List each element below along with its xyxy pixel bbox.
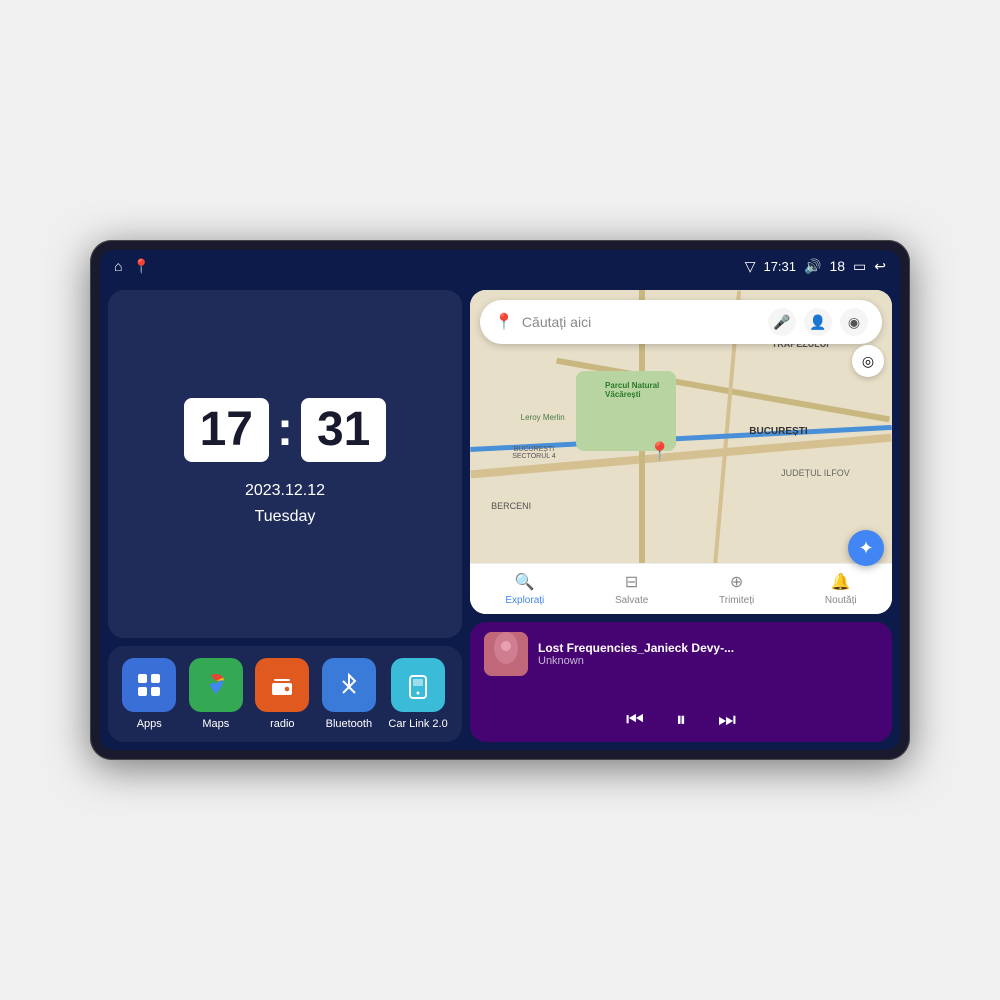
next-button[interactable]: ⏭ — [718, 709, 736, 732]
music-thumbnail — [484, 632, 528, 676]
clock-separator: : — [277, 406, 293, 454]
clock-hour: 17 — [184, 398, 269, 462]
google-maps-icon: 📍 — [494, 312, 514, 332]
date-value: 2023.12.12 — [245, 482, 325, 499]
maps-label: Maps — [202, 718, 229, 730]
carlink-icon — [391, 658, 445, 712]
carlink-label: Car Link 2.0 — [388, 718, 447, 730]
play-pause-button[interactable]: ⏸ — [676, 709, 686, 732]
apps-icon — [122, 658, 176, 712]
clock-display: 17 : 31 — [184, 398, 387, 462]
music-widget: Lost Frequencies_Janieck Devy-... Unknow… — [470, 622, 892, 742]
volume-icon: 🔊 — [804, 258, 821, 275]
map-nav-send[interactable]: ⊕ Trimiteți — [719, 572, 754, 606]
back-icon[interactable]: ↩ — [874, 258, 886, 275]
apps-label: Apps — [137, 718, 162, 730]
mic-icon[interactable]: 🎤 — [768, 308, 796, 336]
map-search-icons: 🎤 👤 ◉ — [768, 308, 868, 336]
bluetooth-icon — [322, 658, 376, 712]
music-artist: Unknown — [538, 655, 878, 667]
maps-icon — [189, 658, 243, 712]
clock-minute: 31 — [301, 398, 386, 462]
status-bar: ⌂ 📍 ▽ 17:31 🔊 18 ▭ ↩ — [100, 250, 900, 282]
saved-icon: ⊟ — [625, 572, 638, 592]
explore-icon: 🔍 — [515, 572, 535, 592]
left-panel: 17 : 31 2023.12.12 Tuesday — [100, 282, 470, 750]
svg-text:FM: FM — [275, 688, 281, 693]
map-nav-news[interactable]: 🔔 Noutăți — [825, 572, 857, 606]
map-label-ilfov: JUDEȚUL ILFOV — [781, 468, 850, 478]
map-side-buttons: ◎ — [852, 345, 884, 377]
account-icon[interactable]: 👤 — [804, 308, 832, 336]
map-search-bar[interactable]: 📍 Căutați aici 🎤 👤 ◉ — [480, 300, 882, 344]
screen: ⌂ 📍 ▽ 17:31 🔊 18 ▭ ↩ 17 : — [100, 250, 900, 750]
home-icon[interactable]: ⌂ — [114, 258, 122, 274]
main-content: 17 : 31 2023.12.12 Tuesday — [100, 282, 900, 750]
volume-level: 18 — [829, 258, 845, 274]
app-item-bluetooth[interactable]: Bluetooth — [322, 658, 376, 730]
status-left-icons: ⌂ 📍 — [114, 258, 150, 275]
map-label-sector4: BUCUREȘTISECTORUL 4 — [512, 446, 556, 460]
app-item-apps[interactable]: Apps — [122, 658, 176, 730]
music-info: Lost Frequencies_Janieck Devy-... Unknow… — [538, 641, 878, 667]
location-icon[interactable]: 📍 — [132, 258, 149, 275]
day-value: Tuesday — [255, 508, 316, 525]
map-nav-saved[interactable]: ⊟ Salvate — [615, 572, 648, 606]
music-controls: ⏮ ⏸ ⏭ — [484, 709, 878, 732]
layers-icon[interactable]: ◉ — [840, 308, 868, 336]
map-label-leroy: Leroy Merlin — [521, 413, 565, 422]
send-icon: ⊕ — [730, 572, 743, 592]
radio-icon: FM — [255, 658, 309, 712]
news-icon: 🔔 — [831, 572, 851, 592]
app-item-radio[interactable]: FM radio — [255, 658, 309, 730]
map-label-parc: Parcul NaturalVăcărești — [605, 381, 659, 399]
map-bottom-nav: 🔍 Explorați ⊟ Salvate ⊕ Trimiteți 🔔 — [470, 563, 892, 614]
map-label-berceni: BERCENI — [491, 501, 531, 511]
explore-label: Explorați — [505, 595, 544, 606]
send-label: Trimiteți — [719, 595, 754, 606]
prev-button[interactable]: ⏮ — [626, 709, 644, 732]
map-search-placeholder: Căutați aici — [522, 314, 760, 330]
music-top: Lost Frequencies_Janieck Devy-... Unknow… — [484, 632, 878, 676]
app-bar: Apps Maps — [108, 646, 462, 742]
map-widget[interactable]: TRAPEZULUI BUCUREȘTI JUDEȚUL ILFOV BERCE… — [470, 290, 892, 614]
news-label: Noutăți — [825, 595, 857, 606]
signal-icon: ▽ — [745, 258, 756, 275]
app-item-carlink[interactable]: Car Link 2.0 — [388, 658, 447, 730]
status-right-icons: ▽ 17:31 🔊 18 ▭ ↩ — [745, 258, 886, 275]
battery-icon: ▭ — [853, 258, 866, 275]
bluetooth-label: Bluetooth — [326, 718, 372, 730]
saved-label: Salvate — [615, 595, 648, 606]
radio-label: radio — [270, 718, 294, 730]
clock-widget: 17 : 31 2023.12.12 Tuesday — [108, 290, 462, 638]
compass-icon[interactable]: ◎ — [852, 345, 884, 377]
status-time: 17:31 — [763, 259, 796, 274]
app-item-maps[interactable]: Maps — [189, 658, 243, 730]
map-label-bucuresti: BUCUREȘTI — [749, 426, 807, 437]
date-display: 2023.12.12 Tuesday — [245, 478, 325, 529]
map-nav-explore[interactable]: 🔍 Explorați — [505, 572, 544, 606]
music-title: Lost Frequencies_Janieck Devy-... — [538, 641, 878, 655]
navigation-fab[interactable]: ✦ — [848, 530, 884, 566]
right-panel: TRAPEZULUI BUCUREȘTI JUDEȚUL ILFOV BERCE… — [470, 282, 900, 750]
device-shell: ⌂ 📍 ▽ 17:31 🔊 18 ▭ ↩ 17 : — [90, 240, 910, 760]
